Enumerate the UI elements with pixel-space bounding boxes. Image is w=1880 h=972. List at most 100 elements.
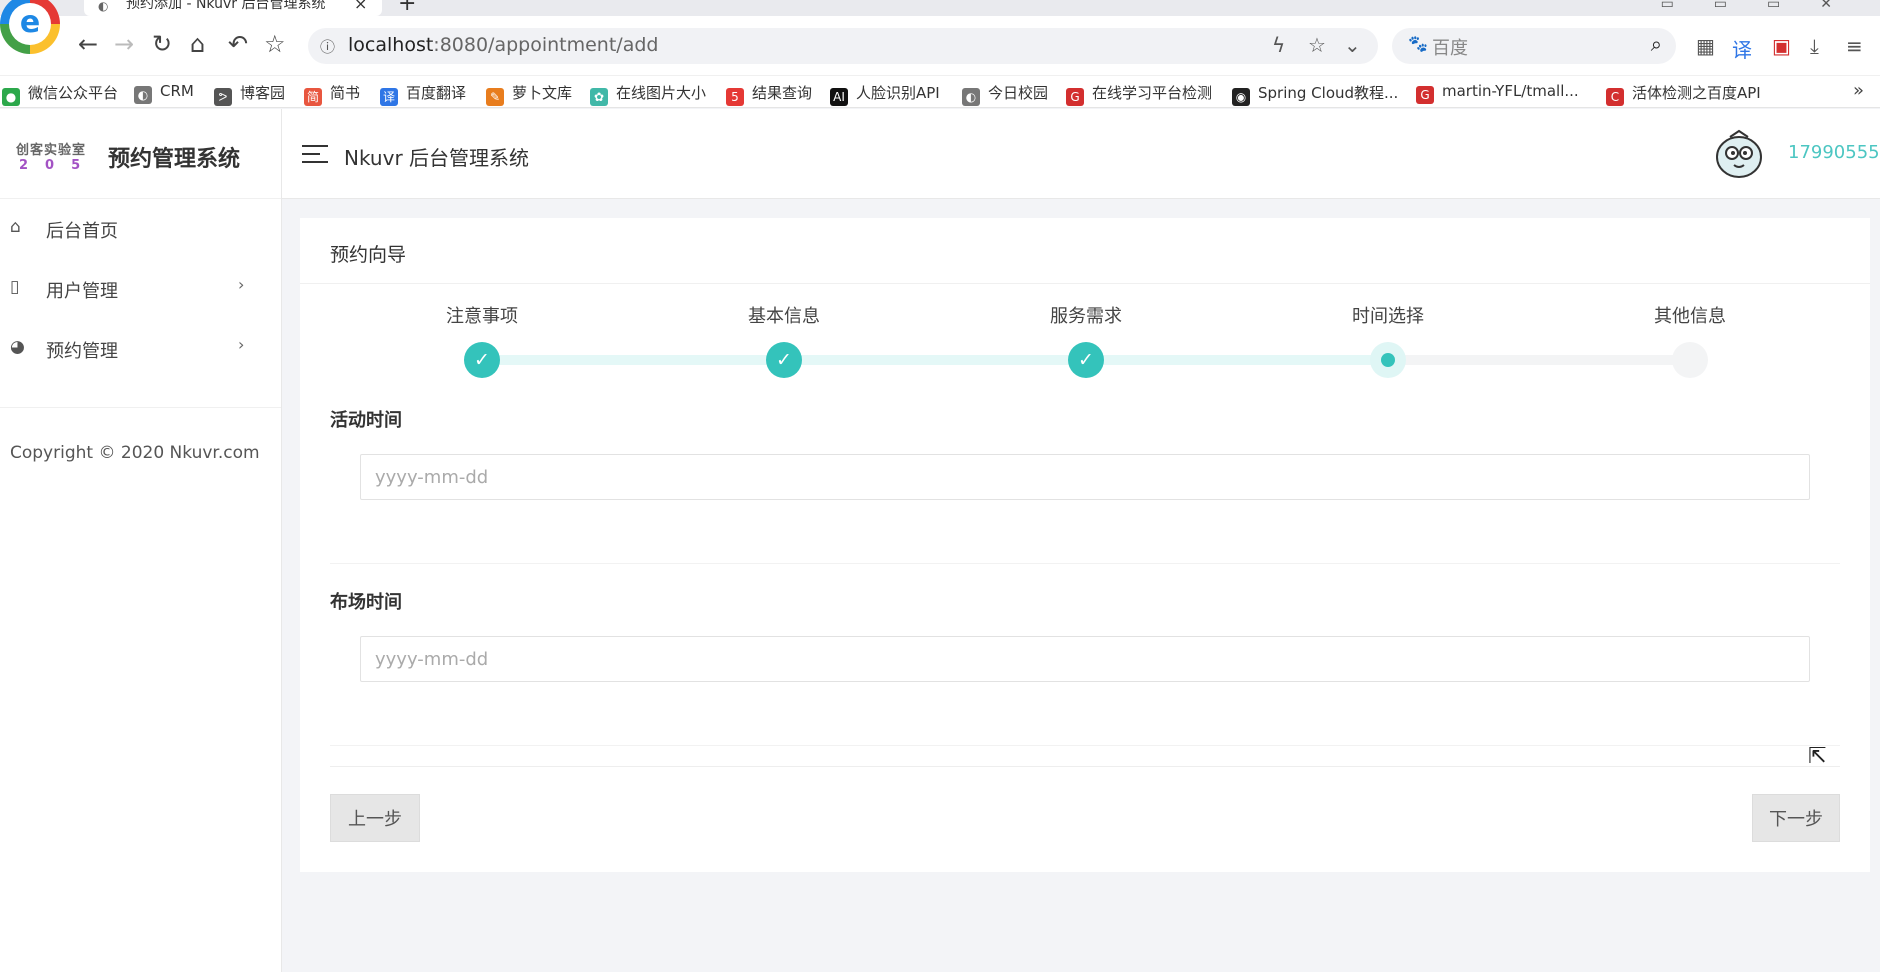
wechat-icon: ● <box>2 88 20 106</box>
jianshu-icon: 简 <box>304 88 322 106</box>
avatar[interactable] <box>1712 129 1766 179</box>
search-icon[interactable]: ⌕ <box>1651 32 1662 56</box>
bookmark-face-api[interactable]: AI 人脸识别API <box>830 82 940 106</box>
step-label: 其他信息 <box>1654 306 1726 327</box>
globe-icon: ◐ <box>962 88 980 106</box>
bookmark-jianshu[interactable]: 简简书 <box>304 82 360 106</box>
bookmark-liveness-api[interactable]: C 活体检测之百度API <box>1606 82 1761 106</box>
palette-icon: ◕ <box>10 337 25 357</box>
bookmark-baidu-translate[interactable]: 译百度翻译 <box>380 82 466 106</box>
bookmarks-bar: ● 微信公众平台 ◐ CRM ᕗ 博客园 简简书 译百度翻译 ✎ 萝卜文库 ✿ 在线图片大… <box>0 76 1880 108</box>
baidu-icon: 🐾 <box>1408 34 1428 53</box>
activity-time-input[interactable] <box>360 454 1810 500</box>
card-title: 预约向导 <box>330 244 407 266</box>
address-bar[interactable]: ⓘ localhost:8080/appointment/add ϟ ☆ ⌄ <box>308 28 1378 64</box>
step-label: 基本信息 <box>748 306 820 327</box>
c-icon: C <box>1606 88 1624 106</box>
browser-tab[interactable]: ◐ 预约添加 - Nkuvr 后台管理系统 × <box>84 0 382 16</box>
search-box[interactable]: 🐾 百度 ⌕ <box>1392 28 1676 64</box>
mouse-cursor-icon: ⇱ <box>1808 744 1827 769</box>
copyright: Copyright © 2020 Nkuvr.com <box>10 443 260 463</box>
globe-icon: ◐ <box>134 86 152 104</box>
ai-icon: AI <box>830 88 848 106</box>
step-connector <box>1086 355 1388 365</box>
carrot-icon: ✎ <box>486 88 504 106</box>
step-label: 注意事项 <box>446 306 518 327</box>
sidebar-item-label: 后台首页 <box>46 221 118 242</box>
card-header: 预约向导 <box>300 218 1870 284</box>
brand: 创客实验室 205 预约管理系统 <box>0 109 281 199</box>
step-connector <box>784 355 1086 365</box>
check-icon: ✓ <box>1068 342 1104 378</box>
previous-step-button[interactable]: 上一步 <box>330 794 420 842</box>
pdf-icon[interactable]: ▣ <box>1772 34 1791 58</box>
translate-icon: 译 <box>380 88 398 106</box>
sidebar-item-appointments[interactable]: ◕ 预约管理 › <box>0 319 281 379</box>
home-icon[interactable]: ⌂ <box>190 30 205 58</box>
next-step-button[interactable]: 下一步 <box>1752 794 1840 842</box>
step-progress: 注意事项 基本信息 服务需求 时间选择 其他信息 ✓ ✓ ✓ <box>300 302 1870 382</box>
info-icon[interactable]: ⓘ <box>320 36 335 57</box>
sidebar-menu: ⌂ 后台首页 ▯ 用户管理 › ◕ 预约管理 › <box>0 199 281 408</box>
bookmark-tmall[interactable]: Gmartin-YFL/tmall... <box>1416 82 1579 104</box>
download-icon[interactable]: ⤓ <box>1810 34 1819 58</box>
current-step-dot <box>1370 342 1406 378</box>
activity-time-label: 活动时间 <box>330 410 402 431</box>
username[interactable]: 17990555 <box>1788 142 1880 163</box>
g-icon: G <box>1416 86 1434 104</box>
sidebar-item-dashboard[interactable]: ⌂ 后台首页 <box>0 199 281 259</box>
sidebar-item-users[interactable]: ▯ 用户管理 › <box>0 259 281 319</box>
undo-icon[interactable]: ↶ <box>228 30 248 58</box>
browser-toolbar: ← → ↻ ⌂ ↶ ☆ ⓘ localhost:8080/appointment… <box>0 16 1880 76</box>
header-title: Nkuvr 后台管理系统 <box>344 146 530 170</box>
browser-tab-title: 预约添加 - Nkuvr 后台管理系统 <box>126 0 326 12</box>
bookmark-learning-check[interactable]: G 在线学习平台检测 <box>1066 82 1212 106</box>
step-label: 时间选择 <box>1352 306 1424 327</box>
bookmark-wechat[interactable]: ● 微信公众平台 <box>2 82 118 106</box>
chevron-right-icon: › <box>238 275 245 294</box>
qrcode-icon[interactable]: ▦ <box>1696 34 1715 58</box>
lab-logo: 创客实验室 205 <box>16 143 98 173</box>
menu-icon[interactable]: ≡ <box>1846 34 1863 58</box>
bookmark-image-size[interactable]: ✿ 在线图片大小 <box>590 82 706 106</box>
window-controls[interactable]: ▭▭▭✕ <box>1661 0 1872 12</box>
bookmark-crm[interactable]: ◐ CRM <box>134 82 194 104</box>
app-header: Nkuvr 后台管理系统 17990555 <box>282 109 1880 199</box>
setup-time-section: 布场时间 <box>330 588 1840 746</box>
reload-icon[interactable]: ↻ <box>152 30 172 58</box>
bookmark-star-icon[interactable]: ☆ <box>1308 33 1326 57</box>
globe-icon: ◐ <box>98 0 109 13</box>
address-url: localhost:8080/appointment/add <box>348 34 659 56</box>
bookmark-spring-cloud[interactable]: ◉ Spring Cloud教程... <box>1232 82 1398 106</box>
bookmark-luobo[interactable]: ✎ 萝卜文库 <box>486 82 572 106</box>
forward-icon[interactable]: → <box>114 30 134 58</box>
blog-icon: ᕗ <box>214 88 232 106</box>
browser-tab-strip: ◐ 预约添加 - Nkuvr 后台管理系统 × + ▭▭▭✕ <box>0 0 1880 16</box>
lightning-icon[interactable]: ϟ <box>1272 33 1285 57</box>
more-bookmarks-icon[interactable]: » <box>1853 80 1864 101</box>
brand-name: 预约管理系统 <box>108 147 241 172</box>
back-icon[interactable]: ← <box>78 30 98 58</box>
file-icon: ▯ <box>10 277 20 297</box>
sidebar-item-label: 用户管理 <box>46 281 118 302</box>
github-icon: ◉ <box>1232 88 1250 106</box>
bookmark-cnblogs[interactable]: ᕗ 博客园 <box>214 82 285 106</box>
setup-time-input[interactable] <box>360 636 1810 682</box>
five-icon: 5 <box>726 88 744 106</box>
sidebar-item-label: 预约管理 <box>46 341 118 362</box>
close-tab-icon[interactable]: × <box>354 0 367 12</box>
bookmark-results[interactable]: 5 结果查询 <box>726 82 812 106</box>
step-connector <box>482 355 784 365</box>
sidebar: 创客实验室 205 预约管理系统 ⌂ 后台首页 ▯ 用户管理 › ◕ 预约管理 … <box>0 109 282 972</box>
chevron-down-icon[interactable]: ⌄ <box>1344 33 1361 57</box>
check-icon: ✓ <box>464 342 500 378</box>
step-label: 服务需求 <box>1050 306 1122 327</box>
chevron-right-icon: › <box>238 335 245 354</box>
new-tab-icon[interactable]: + <box>398 0 416 15</box>
bookmark-campus[interactable]: ◐ 今日校园 <box>962 82 1048 106</box>
activity-time-section: 活动时间 <box>330 406 1840 564</box>
translate-icon[interactable]: 译 <box>1732 34 1752 63</box>
favorite-icon[interactable]: ☆ <box>264 30 286 58</box>
hamburger-menu-icon[interactable] <box>302 145 328 163</box>
search-placeholder: 百度 <box>1432 38 1468 59</box>
